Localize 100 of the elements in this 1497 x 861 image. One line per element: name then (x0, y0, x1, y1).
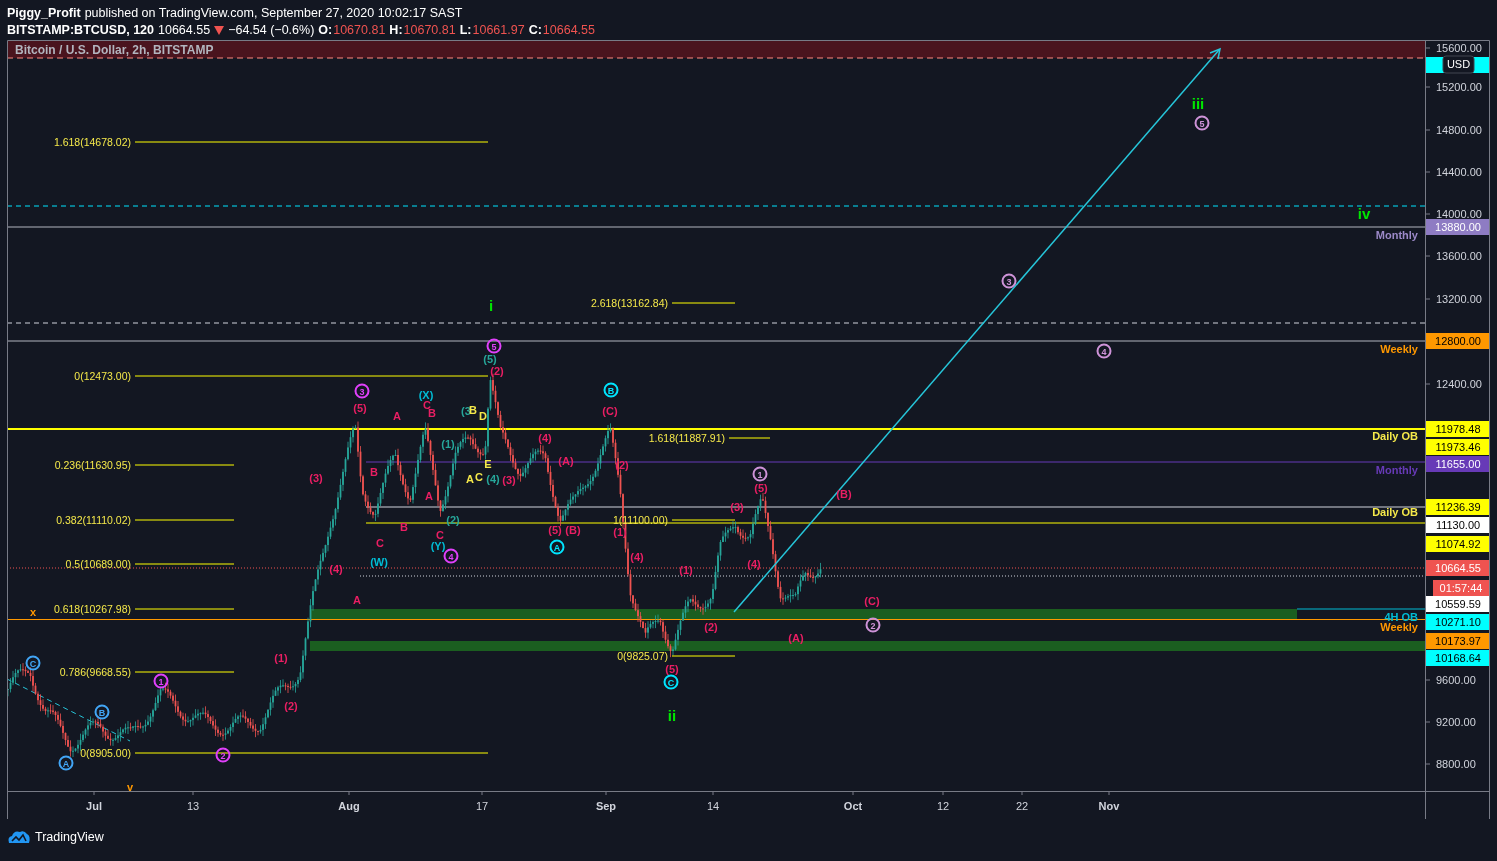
wave-label: E (484, 458, 492, 470)
wave-label: (5) (754, 482, 768, 494)
price-tag: 11074.92 (1426, 536, 1489, 552)
time-axis-label: Nov (1098, 800, 1120, 812)
wave-label: (1) (441, 438, 455, 450)
price-axis-label: 15600.00 (1436, 42, 1482, 54)
level-label: Daily OB (1372, 506, 1418, 518)
wave-label: (A) (788, 632, 804, 644)
price-axis-label: 8800.00 (1436, 758, 1476, 770)
wave-label: (C) (602, 405, 618, 417)
wave-label: A (353, 594, 361, 606)
price-tag: 11655.00 (1426, 456, 1489, 472)
wave-label: (4) (486, 473, 500, 485)
chart-title: Bitcoin / U.S. Dollar, 2h, BITSTAMP (15, 43, 214, 57)
price-axis-label: 14800.00 (1436, 124, 1482, 136)
wave-label: (4) (747, 558, 761, 570)
circled-wave-label: 2 (215, 747, 231, 763)
ohlc-value: 10670.81 (333, 22, 386, 37)
ohlc-label: L: (459, 22, 472, 37)
price-tag: 10559.59 (1426, 596, 1489, 612)
time-axis-label: 13 (186, 800, 200, 812)
time-axis-label: Sep (595, 800, 617, 812)
ohlc-label: O: (318, 22, 333, 37)
circled-wave-label: A (58, 755, 74, 771)
circled-wave-label: 3 (354, 383, 370, 399)
wave-label: (B) (565, 524, 581, 536)
fib-level-label: 0.5(10689.00) (65, 558, 131, 570)
author-name[interactable]: Piggy_Profit (7, 5, 81, 20)
time-axis-label: 12 (936, 800, 950, 812)
price-tag: 11973.46 (1426, 439, 1489, 455)
ohlc-label: C: (528, 22, 542, 37)
wave-label: (1) (679, 564, 693, 576)
fib-level-label: 2.618(13162.84) (590, 297, 668, 309)
wave-label: (4) (538, 432, 552, 444)
wave-label: B (469, 404, 477, 416)
fib-level-label: 1.618(11887.91) (648, 432, 725, 444)
time-axis-label: 22 (1015, 800, 1029, 812)
wave-label: x (29, 606, 37, 618)
price-axis-label: 9200.00 (1436, 716, 1476, 728)
wave-label: (3) (730, 501, 744, 513)
wave-label: D (479, 410, 487, 422)
wave-label: A (425, 490, 433, 502)
fib-level-label: 0(8905.00) (80, 747, 131, 759)
circled-wave-label: C (25, 655, 41, 671)
fib-level-label: 0.618(10267.98) (53, 603, 131, 615)
wave-label: (3) (502, 474, 516, 486)
publish-info: published on TradingView.com, September 27, 2020 10:02:17 SAST (84, 5, 463, 20)
wave-label: (B) (836, 488, 852, 500)
wave-label: (2) (490, 365, 504, 377)
price-axis-label: 14000.00 (1436, 208, 1482, 220)
price-tag: 13880.00 (1426, 219, 1489, 235)
wave-label: (4) (630, 551, 644, 563)
price-tag: 11236.39 (1426, 499, 1489, 515)
time-axis-label: 14 (706, 800, 720, 812)
wave-label: (5) (548, 524, 562, 536)
wave-label: (C) (864, 595, 880, 607)
level-label: Weekly (1380, 343, 1418, 355)
last-price: 10664.55 (158, 22, 211, 37)
fib-level-label: 0.382(11110.02) (56, 514, 131, 526)
circled-wave-label: 5 (486, 338, 502, 354)
currency-badge[interactable]: USD (1442, 55, 1475, 74)
brand-name[interactable]: TradingView (35, 830, 104, 844)
symbol-label: BITSTAMP:BTCUSD, 120 (7, 22, 154, 37)
wave-label: (1) (274, 652, 288, 664)
level-label: Weekly (1380, 621, 1418, 633)
price-axis-label: 12400.00 (1436, 378, 1482, 390)
circled-wave-label: 4 (1096, 343, 1112, 359)
wave-label: (5) (353, 402, 367, 414)
circled-wave-label: B (94, 704, 110, 720)
circled-wave-label: B (603, 382, 619, 398)
wave-label: iv (1357, 205, 1371, 222)
wave-label: B (400, 521, 408, 533)
wave-label: A (393, 410, 401, 422)
wave-label: v (126, 781, 134, 793)
price-tag: 01:57:44 (1433, 580, 1489, 596)
wave-label: B (370, 466, 378, 478)
price-change: −64.54 (−0.6%) (228, 22, 315, 37)
wave-label: (2) (284, 700, 298, 712)
time-axis-label: Oct (843, 800, 863, 812)
price-tag: 12800.00 (1426, 333, 1489, 349)
time-axis-label: Aug (338, 800, 360, 812)
price-axis-label: 13600.00 (1436, 250, 1482, 262)
level-label: Daily OB (1372, 430, 1418, 442)
price-axis-label: 15200.00 (1436, 81, 1482, 93)
fib-level-label: 0(9825.07) (617, 650, 668, 662)
circled-wave-label: A (549, 539, 565, 555)
ohlc-label: H: (389, 22, 403, 37)
wave-label: (2) (704, 621, 718, 633)
wave-label: iii (1191, 95, 1205, 112)
fib-level-label: 0.786(9668.55) (59, 666, 131, 678)
circled-wave-label: 2 (865, 617, 881, 633)
price-tag: 11130.00 (1426, 517, 1489, 533)
wave-label: A (466, 473, 474, 485)
wave-label: C (436, 529, 444, 541)
wave-label: (3) (309, 472, 323, 484)
wave-label: (X) (418, 389, 434, 401)
fib-level-label: 1.618(14678.02) (53, 136, 131, 148)
wave-label: (5) (483, 353, 497, 365)
time-axis-label: 17 (475, 800, 489, 812)
price-tag: 10664.55 (1426, 560, 1489, 576)
